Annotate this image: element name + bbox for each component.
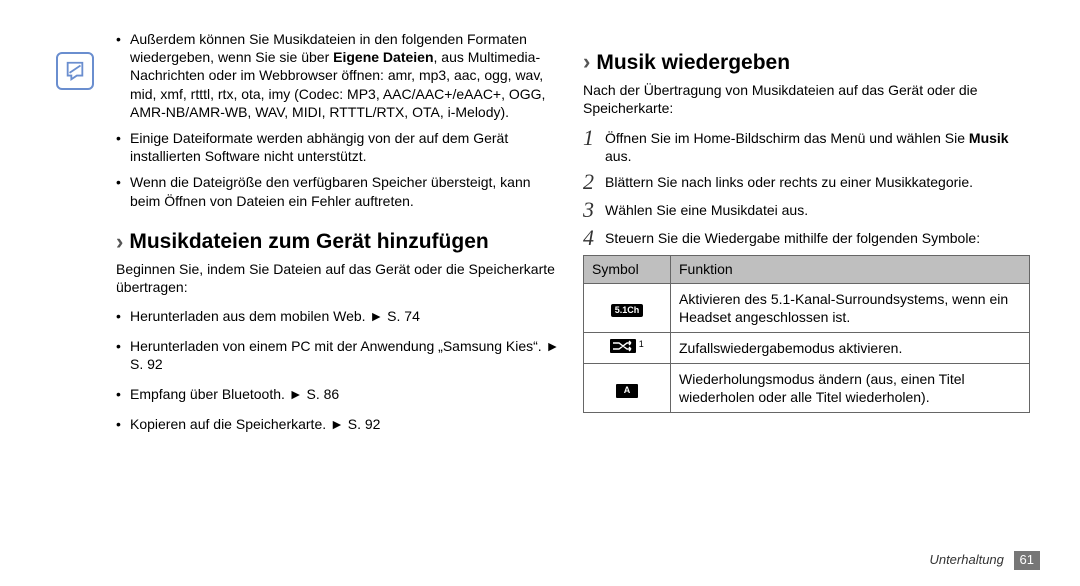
- step-text: Öffnen Sie im Home-Bildschirm das Menü u…: [605, 127, 1030, 165]
- table-row: 1 Zufallswiedergabemodus aktivieren.: [584, 332, 1030, 363]
- cell-text: Aktivieren des 5.1-Kanal-Surroundsystems…: [671, 283, 1030, 332]
- table-row: A Wiederholungsmodus ändern (aus, einen …: [584, 364, 1030, 413]
- step-text: Wählen Sie eine Musikdatei aus.: [605, 199, 1030, 221]
- section-title: Musikdateien zum Gerät hinzufügen: [129, 228, 488, 255]
- repeat-icon: A: [616, 384, 638, 398]
- step-number: 3: [583, 199, 605, 221]
- step: 3 Wählen Sie eine Musikdatei aus.: [583, 199, 1030, 221]
- table-row: 5.1Ch Aktivieren des 5.1-Kanal-Surrounds…: [584, 283, 1030, 332]
- step-text: Blättern Sie nach links oder rechts zu e…: [605, 171, 1030, 193]
- step: 2 Blättern Sie nach links oder rechts zu…: [583, 171, 1030, 193]
- section-heading: › Musikdateien zum Gerät hinzufügen: [116, 228, 563, 257]
- step-number: 1: [583, 127, 605, 165]
- section-title: Musik wiedergeben: [596, 49, 790, 76]
- chevron-right-icon: ›: [583, 48, 590, 77]
- shuffle-icon: [610, 339, 636, 353]
- note-item: Wenn die Dateigröße den verfügbaren Spei…: [116, 173, 563, 209]
- download-list: Herunterladen aus dem mobilen Web. ► S. …: [116, 307, 563, 434]
- text: aus.: [605, 148, 631, 164]
- page-number: 61: [1014, 551, 1040, 570]
- step: 1 Öffnen Sie im Home-Bildschirm das Menü…: [583, 127, 1030, 165]
- step-number: 2: [583, 171, 605, 193]
- page-footer: Unterhaltung 61: [929, 551, 1040, 570]
- step: 4 Steuern Sie die Wiedergabe mithilfe de…: [583, 227, 1030, 249]
- list-item: Empfang über Bluetooth. ► S. 86: [116, 385, 563, 403]
- chevron-right-icon: ›: [116, 228, 123, 257]
- th-symbol: Symbol: [584, 256, 671, 283]
- section-heading: › Musik wiedergeben: [583, 48, 1030, 77]
- step-number: 4: [583, 227, 605, 249]
- th-function: Funktion: [671, 256, 1030, 283]
- list-item: Kopieren auf die Speicherkarte. ► S. 92: [116, 415, 563, 433]
- note-item: Außerdem können Sie Musikdateien in den …: [116, 30, 563, 121]
- list-item: Herunterladen von einem PC mit der Anwen…: [116, 337, 563, 373]
- note-list: Außerdem können Sie Musikdateien in den …: [116, 30, 563, 210]
- cell-text: Wiederholungsmodus ändern (aus, einen Ti…: [671, 364, 1030, 413]
- list-item: Herunterladen aus dem mobilen Web. ► S. …: [116, 307, 563, 325]
- footer-section: Unterhaltung: [929, 552, 1003, 567]
- step-text: Steuern Sie die Wiedergabe mithilfe der …: [605, 227, 1030, 249]
- paragraph: Nach der Übertragung von Musikdateien au…: [583, 81, 1030, 117]
- note-icon: [56, 52, 94, 90]
- surround-icon: 5.1Ch: [611, 304, 644, 317]
- note-item: Einige Dateiformate werden abhängig von …: [116, 129, 563, 165]
- paragraph: Beginnen Sie, indem Sie Dateien auf das …: [116, 260, 563, 296]
- cell-text: Zufallswiedergabemodus aktivieren.: [671, 332, 1030, 363]
- footnote-ref: 1: [636, 339, 644, 349]
- symbol-table: Symbol Funktion 5.1Ch Aktivieren des 5.1…: [583, 255, 1030, 413]
- text: Öffnen Sie im Home-Bildschirm das Menü u…: [605, 130, 969, 146]
- bold: Eigene Dateien: [333, 49, 433, 65]
- bold: Musik: [969, 130, 1009, 146]
